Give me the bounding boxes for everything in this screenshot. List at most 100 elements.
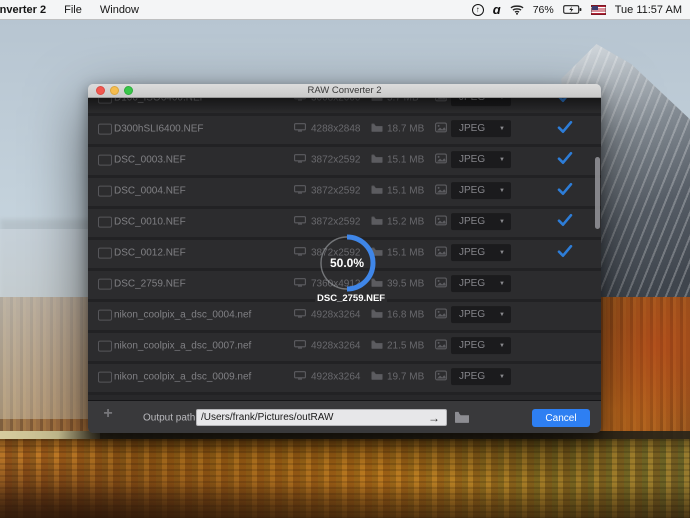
go-arrow-button[interactable]: → [428,411,440,425]
cancel-button[interactable]: Cancel [532,409,590,427]
image-icon [435,98,447,104]
row-checkbox[interactable] [98,340,112,352]
row-checkbox[interactable] [98,278,112,290]
progress-percent: 50.0% [329,256,365,270]
add-files-button[interactable]: + [100,406,116,422]
wifi-icon[interactable] [510,3,524,17]
wallpaper-lake [0,439,690,518]
image-icon [435,215,447,228]
file-row[interactable]: DSC_0004.NEF 3872x2592 15.1 MB JPEG ▼ [88,178,601,209]
file-resolution: 4928x3264 [311,309,361,321]
monitor-icon [294,185,306,197]
image-icon [435,370,447,383]
battery-charging-icon[interactable] [562,3,582,17]
file-row[interactable]: nikon_coolpix_a_dsc_0004.nef 4928x3264 1… [88,302,601,333]
done-check-icon [557,151,573,168]
format-dropdown[interactable]: JPEG ▼ [451,306,511,324]
menu-file[interactable]: File [55,4,91,16]
window-title: RAW Converter 2 [307,85,382,96]
format-dropdown[interactable]: JPEG ▼ [451,275,511,293]
file-row[interactable]: DSC_0003.NEF 3872x2592 15.1 MB JPEG ▼ [88,147,601,178]
monitor-icon [294,340,306,352]
format-dropdown[interactable]: JPEG ▼ [451,98,511,107]
row-checkbox[interactable] [98,123,112,135]
row-checkbox[interactable] [98,247,112,259]
format-dropdown[interactable]: JPEG ▼ [451,213,511,231]
folder-icon [371,340,383,352]
format-label: JPEG [459,216,486,228]
app-menu[interactable]: Converter 2 [0,4,55,16]
minimize-button[interactable] [110,86,119,95]
chevron-down-icon: ▼ [499,373,505,380]
row-checkbox[interactable] [98,154,112,166]
monitor-icon [294,98,306,104]
folder-icon [371,309,383,321]
chevron-down-icon: ▼ [499,98,511,101]
chevron-down-icon: ▼ [499,311,505,318]
done-check-icon [557,244,573,261]
file-row[interactable]: D300hSLI6400.NEF 4288x2848 18.7 MB JPEG [88,116,601,147]
done-check-icon [557,120,573,137]
format-dropdown[interactable]: JPEG ▼ [451,337,511,355]
file-row[interactable]: D100_ISO6400.NEF 3008x2000 5.7 MB JPEG ▼ [88,98,601,116]
file-resolution: 3872x2592 [311,154,361,166]
row-checkbox[interactable] [98,371,112,383]
row-checkbox[interactable] [98,98,112,104]
monitor-icon [294,278,306,290]
chevron-down-icon: ▼ [499,187,505,194]
chevron-down-icon: ▼ [499,342,505,349]
image-icon [435,339,447,352]
file-size: 5.7 MB [387,98,419,104]
format-dropdown[interactable]: JPEG ▼ [451,151,511,169]
monitor-icon [294,371,306,383]
footer-bar: + Output path → Cancel [88,400,601,433]
file-size: 15.1 MB [387,154,425,166]
format-dropdown[interactable]: JPEG ▼ [451,120,511,138]
progress-current-file: DSC_2759.NEF [315,292,388,305]
folder-icon [371,216,383,228]
image-icon [435,122,447,135]
us-flag-icon[interactable] [590,4,606,15]
format-dropdown[interactable]: JPEG ▼ [451,368,511,386]
format-label: JPEG [459,371,486,383]
folder-icon [371,98,383,104]
folder-icon [371,185,383,197]
format-label: JPEG [459,154,486,166]
done-check-icon [557,213,573,230]
format-dropdown[interactable]: JPEG ▼ [451,182,511,200]
output-path-input[interactable] [196,409,447,426]
format-dropdown[interactable]: JPEG ▼ [451,244,511,262]
menu-bar: Converter 2 File Window ↑ ɑ 76% [0,0,690,20]
choose-folder-button[interactable] [454,410,470,428]
scrollbar-thumb[interactable] [595,157,600,229]
desktop: Converter 2 File Window ↑ ɑ 76% [0,0,690,518]
file-row[interactable]: nikon_coolpix_a_dsc_0007.nef 4928x3264 2… [88,333,601,364]
format-label: JPEG [459,278,486,290]
monitor-icon [294,247,306,259]
file-size: 15.1 MB [387,185,425,197]
format-label: JPEG [459,340,486,352]
file-size: 15.2 MB [387,216,425,228]
zoom-button[interactable] [124,86,133,95]
file-resolution: 4288x2848 [311,123,361,135]
file-row[interactable]: nikon_coolpix_a_dsc_0009.nef 4928x3264 1… [88,364,601,395]
row-checkbox[interactable] [98,309,112,321]
monitor-icon [294,154,306,166]
file-resolution: 4928x3264 [311,371,361,383]
output-path-label: Output path [143,412,196,424]
window-title-bar[interactable]: RAW Converter 2 [88,84,601,98]
file-resolution: 3008x2000 [311,98,361,104]
row-checkbox[interactable] [98,185,112,197]
avira-icon[interactable]: ɑ [493,3,501,17]
close-button[interactable] [96,86,105,95]
file-name: DSC_0003.NEF [114,154,186,166]
menu-bar-clock[interactable]: Tue 11:57 AM [615,4,682,16]
file-size: 39.5 MB [387,278,425,290]
file-name: nikon_coolpix_a_dsc_0009.nef [114,371,252,383]
chevron-down-icon: ▼ [499,156,505,163]
chevron-down-icon: ▼ [499,218,505,225]
menu-window[interactable]: Window [91,4,148,16]
row-checkbox[interactable] [98,216,112,228]
circle-arrow-icon[interactable]: ↑ [471,3,484,17]
format-label: JPEG [459,247,486,259]
